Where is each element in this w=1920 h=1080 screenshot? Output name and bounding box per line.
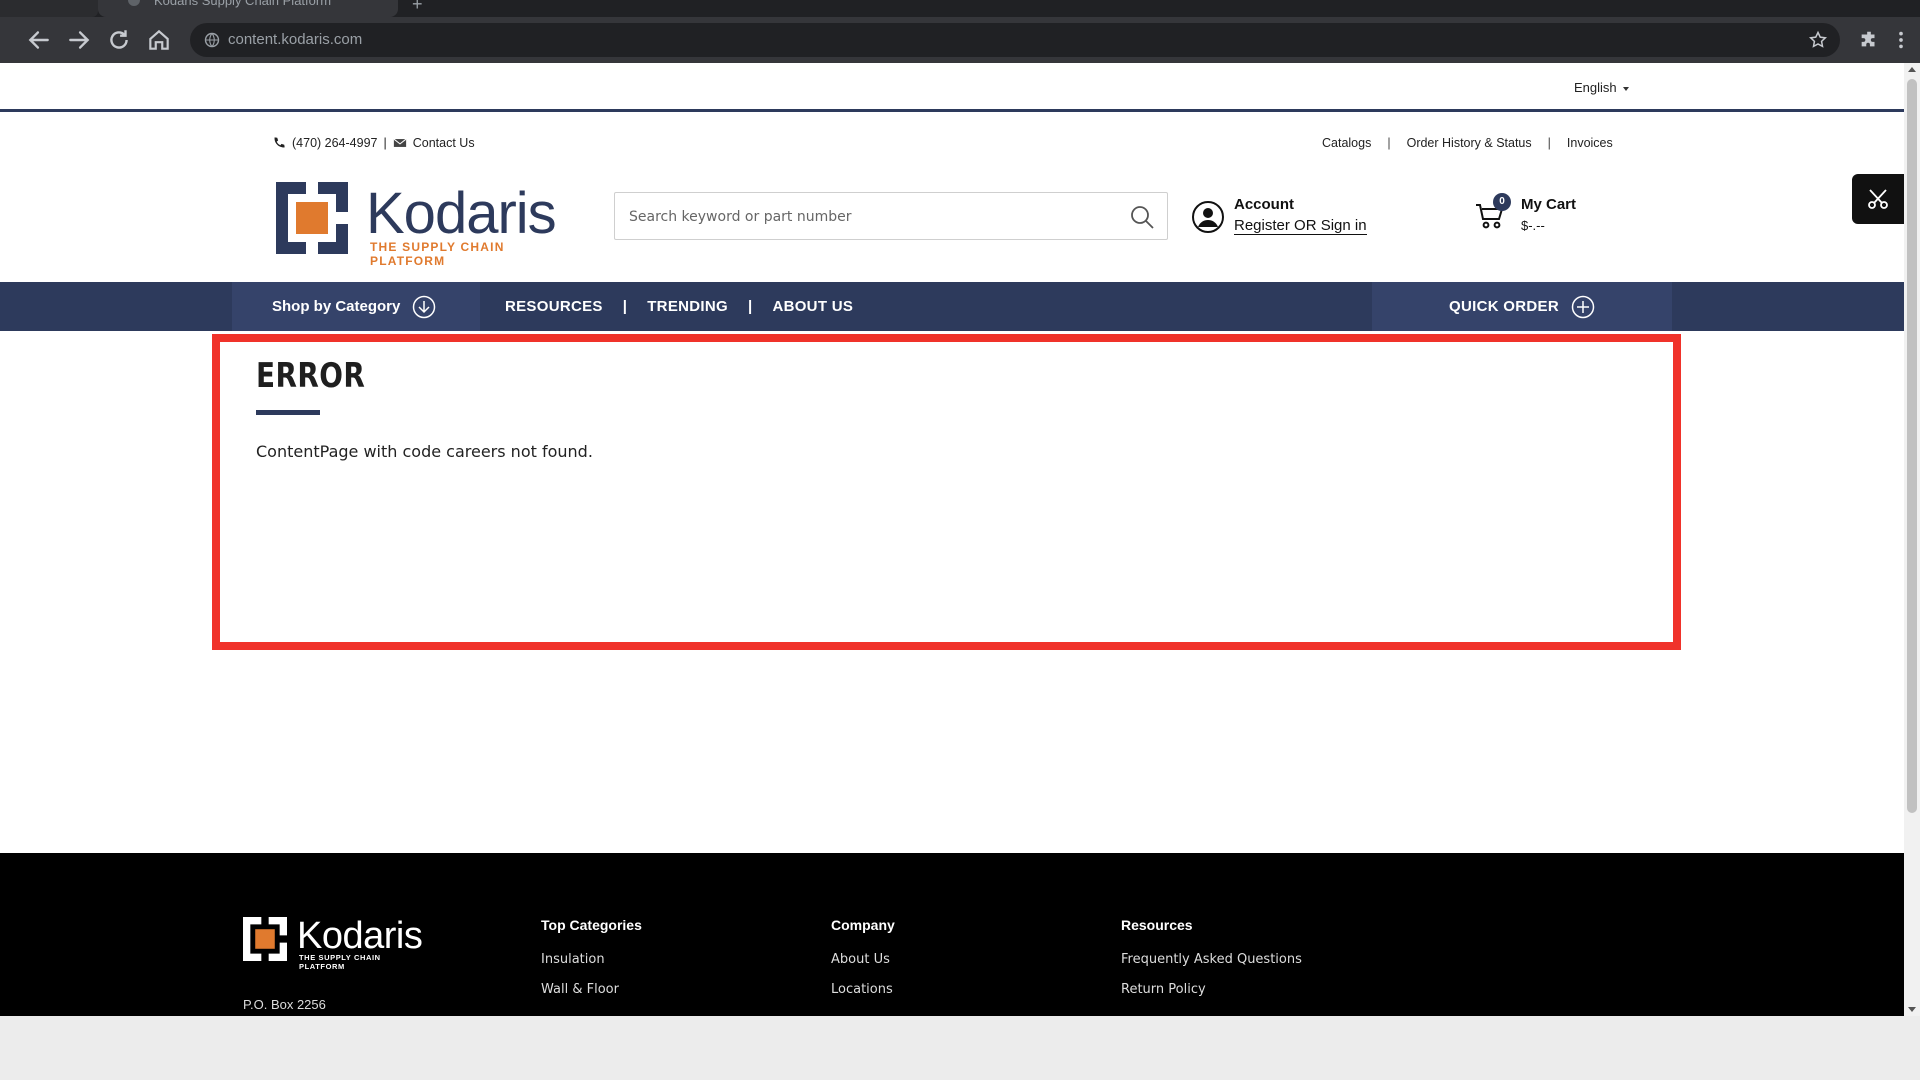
- footer-address: P.O. Box 2256: [243, 997, 326, 1012]
- my-cart-label[interactable]: My Cart: [1521, 196, 1576, 213]
- extensions-icon[interactable]: [1858, 29, 1880, 51]
- tools-widget[interactable]: [1852, 174, 1904, 224]
- site-footer: Kodaris THE SUPPLY CHAIN PLATFORM P.O. B…: [0, 853, 1904, 1016]
- nav-resources[interactable]: RESOURCES: [505, 298, 603, 315]
- error-message: ContentPage with code careers not found.: [256, 442, 593, 461]
- browser-toolbar: content.kodaris.com: [0, 17, 1920, 63]
- browser-tab-title: Kodaris Supply Chain Platform: [154, 0, 332, 8]
- caret-down-icon: [1622, 86, 1629, 91]
- separator: |: [747, 298, 753, 315]
- phone-number[interactable]: (470) 264-4997: [292, 136, 377, 150]
- site-logo[interactable]: Kodaris THE SUPPLY CHAIN PLATFORM: [276, 176, 572, 268]
- separator: |: [622, 298, 628, 315]
- footer-column-title: Resources: [1121, 917, 1193, 933]
- url-text: content.kodaris.com: [228, 31, 363, 48]
- reload-icon[interactable]: [106, 27, 132, 53]
- nav-about-us[interactable]: ABOUT US: [772, 298, 853, 315]
- forward-icon[interactable]: [66, 27, 92, 53]
- footer-link-locations[interactable]: Locations: [831, 982, 895, 997]
- cart-total: $-.--: [1521, 218, 1545, 233]
- order-history-link[interactable]: Order History & Status: [1407, 136, 1532, 150]
- footer-link-wall-floor[interactable]: Wall & Floor: [541, 982, 642, 997]
- footer-column-resources: Resources Frequently Asked Questions Ret…: [1121, 917, 1302, 1012]
- footer-logo-tagline: THE SUPPLY CHAIN PLATFORM: [299, 953, 381, 971]
- nav-links: RESOURCES | TRENDING | ABOUT US: [505, 282, 853, 331]
- kodaris-logo-icon: [276, 182, 348, 254]
- language-selector[interactable]: English: [1574, 80, 1629, 95]
- footer-link-faq[interactable]: Frequently Asked Questions: [1121, 952, 1302, 967]
- scissors-icon: [1868, 189, 1888, 209]
- separator: |: [1387, 136, 1391, 150]
- register-signin-link[interactable]: Register OR Sign in: [1234, 217, 1367, 235]
- contact-us-link[interactable]: Contact Us: [413, 136, 475, 150]
- shop-by-category-button[interactable]: Shop by Category: [232, 282, 480, 331]
- search-input[interactable]: [629, 205, 1109, 229]
- footer-column-company: Company About Us Locations: [831, 917, 895, 1012]
- page-viewport: English (470) 264-4997 | Contact Us Cata…: [0, 63, 1904, 1016]
- utility-links: Catalogs | Order History & Status | Invo…: [1322, 136, 1613, 150]
- page-scrollbar[interactable]: [1904, 63, 1920, 1016]
- bookmark-star-icon[interactable]: [1808, 30, 1828, 50]
- address-bar[interactable]: content.kodaris.com: [190, 23, 1840, 57]
- footer-column-title: Top Categories: [541, 917, 642, 933]
- scrollbar-thumb[interactable]: [1907, 79, 1917, 813]
- logo-wordmark: Kodaris: [366, 181, 557, 246]
- phone-icon: [274, 137, 285, 148]
- shop-by-category-label: Shop by Category: [272, 298, 401, 315]
- quick-order-button[interactable]: QUICK ORDER: [1372, 282, 1672, 331]
- catalogs-link[interactable]: Catalogs: [1322, 136, 1371, 150]
- logo-tagline: THE SUPPLY CHAIN PLATFORM: [370, 240, 505, 268]
- footer-column-title: Company: [831, 917, 895, 933]
- scroll-up-icon[interactable]: [1908, 67, 1916, 72]
- account-title: Account: [1234, 196, 1294, 213]
- kodaris-logo-icon: [243, 917, 287, 961]
- search-box: [614, 192, 1168, 240]
- error-highlight-box: [212, 334, 1681, 650]
- browser-tab-active[interactable]: Kodaris Supply Chain Platform: [98, 0, 398, 17]
- browser-tab-inactive[interactable]: [0, 0, 98, 17]
- footer-link-about-us[interactable]: About Us: [831, 952, 895, 967]
- window-bottom-area: [0, 1016, 1920, 1080]
- footer-column-top-categories: Top Categories Insulation Wall & Floor: [541, 917, 642, 1012]
- page-title: ERROR: [256, 356, 366, 396]
- footer-link-return-policy[interactable]: Return Policy: [1121, 982, 1302, 997]
- mail-icon: [393, 138, 407, 147]
- title-underline: [256, 410, 320, 415]
- back-icon[interactable]: [26, 27, 52, 53]
- account-icon[interactable]: [1191, 200, 1225, 234]
- search-icon[interactable]: [1129, 204, 1155, 230]
- cart-count-badge: 0: [1493, 193, 1511, 211]
- footer-link-insulation[interactable]: Insulation: [541, 952, 642, 967]
- browser-tabstrip: Kodaris Supply Chain Platform +: [0, 0, 1920, 17]
- main-nav: Shop by Category RESOURCES | TRENDING | …: [0, 282, 1904, 331]
- language-label: English: [1574, 80, 1617, 95]
- footer-logo[interactable]: Kodaris THE SUPPLY CHAIN PLATFORM: [243, 915, 423, 971]
- browser-menu-icon[interactable]: [1890, 29, 1912, 51]
- arrow-down-circle-icon: [413, 295, 436, 318]
- nav-trending[interactable]: TRENDING: [647, 298, 728, 315]
- scroll-down-icon[interactable]: [1908, 1007, 1916, 1012]
- plus-circle-icon: [1571, 295, 1595, 318]
- invoices-link[interactable]: Invoices: [1567, 136, 1613, 150]
- separator: |: [383, 136, 387, 150]
- site-info-icon[interactable]: [204, 32, 220, 48]
- contact-bar: (470) 264-4997 | Contact Us: [272, 136, 475, 150]
- separator: |: [1547, 136, 1551, 150]
- quick-order-label: QUICK ORDER: [1449, 298, 1559, 315]
- favicon-icon: [128, 0, 140, 6]
- footer-logo-wordmark: Kodaris: [297, 915, 423, 957]
- new-tab-button[interactable]: +: [412, 0, 423, 15]
- home-icon[interactable]: [146, 27, 172, 53]
- language-bar: English: [0, 63, 1904, 112]
